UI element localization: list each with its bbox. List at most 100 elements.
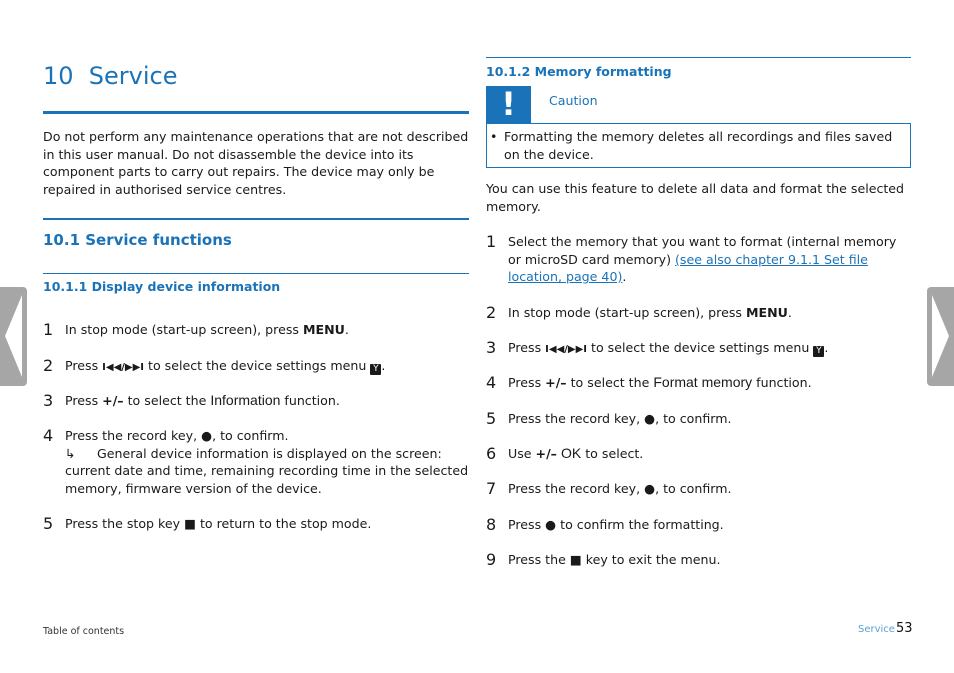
- step-number: 8: [486, 515, 497, 534]
- footer-section-name: Service: [858, 624, 895, 635]
- chapter-title: 10 Service: [43, 62, 178, 90]
- step-text: Use: [508, 446, 536, 461]
- settings-menu-icon: Y: [370, 364, 382, 375]
- step-text: In stop mode (start-up screen), press: [65, 322, 303, 337]
- step-text: Press: [508, 517, 546, 532]
- stop-key-icon: ■: [569, 552, 582, 567]
- previous-page-button[interactable]: [0, 287, 27, 386]
- step-number: 9: [486, 550, 497, 569]
- step-text-end: .: [344, 322, 349, 337]
- display-info-step-3: 3 Press +/– to select the Information fu…: [43, 392, 469, 410]
- caution-label: Caution: [549, 93, 598, 108]
- step-text: Press the stop key: [65, 516, 185, 531]
- step-text-mid: to select the device settings menu: [587, 340, 814, 355]
- next-page-button[interactable]: [927, 287, 954, 386]
- bullet-icon: •: [490, 129, 498, 144]
- skip-keys-icon: I◀◀/▶▶I: [545, 344, 588, 355]
- step-text-end: .: [622, 269, 627, 284]
- menu-key: MENU: [745, 305, 788, 320]
- step-number: 1: [43, 320, 54, 339]
- step-text: Press: [508, 375, 546, 390]
- step-text-end: , to confirm.: [655, 411, 732, 426]
- step-text-mid: to select the device settings menu: [144, 358, 371, 373]
- step-number: 3: [486, 338, 497, 357]
- memory-format-intro: You can use this feature to delete all d…: [486, 181, 905, 214]
- step-text-end: to select.: [581, 446, 644, 461]
- step-number: 7: [486, 479, 497, 498]
- memory-format-step-3: 3 Press I◀◀/▶▶I to select the device set…: [486, 339, 906, 359]
- step-number: 6: [486, 444, 497, 463]
- function-name: Information: [210, 392, 281, 408]
- memory-format-step-1: 1 Select the memory that you want to for…: [486, 233, 906, 286]
- caution-text: Formatting the memory deletes all record…: [504, 129, 893, 162]
- step-text-end: key to exit the menu.: [581, 552, 721, 567]
- memory-format-step-9: 9 Press the ■ key to exit the menu.: [486, 551, 906, 569]
- caution-icon: !: [486, 86, 531, 123]
- step-text: In stop mode (start-up screen), press: [508, 305, 746, 320]
- page-number: 53: [896, 621, 913, 636]
- chapter-divider: [43, 111, 469, 114]
- section-divider: [43, 218, 469, 220]
- step-text: Press: [508, 340, 546, 355]
- step-text: Press the record key,: [65, 428, 202, 443]
- step-text-end: .: [824, 340, 829, 355]
- function-name: Format memory: [653, 374, 753, 390]
- arrow-left-icon: [5, 295, 22, 377]
- subsection-divider: [43, 273, 469, 274]
- section-title: 10.1 Service functions: [43, 231, 232, 249]
- step-text: Press: [65, 358, 103, 373]
- step-text-mid: to select the: [123, 393, 211, 408]
- step-number: 2: [43, 356, 54, 375]
- step-number: 2: [486, 303, 497, 322]
- step-number: 4: [486, 373, 497, 392]
- record-key-icon: ●: [644, 481, 656, 496]
- plus-minus-key: +/–: [535, 446, 557, 461]
- table-of-contents-link[interactable]: Table of contents: [43, 626, 124, 637]
- step-text-end: , to confirm.: [655, 481, 732, 496]
- caution-item: • Formatting the memory deletes all reco…: [490, 128, 895, 163]
- step-result: General device information is displayed …: [65, 445, 469, 496]
- display-info-step-2: 2 Press I◀◀/▶▶I to select the device set…: [43, 357, 469, 377]
- step-text-end: .: [787, 305, 792, 320]
- settings-menu-icon: Y: [813, 346, 825, 357]
- memory-format-step-7: 7 Press the record key, ●, to confirm.: [486, 480, 906, 498]
- memory-format-step-5: 5 Press the record key, ●, to confirm.: [486, 410, 906, 428]
- memory-format-step-6: 6 Use +/– OK to select.: [486, 445, 906, 463]
- subsection-divider: [486, 57, 911, 58]
- step-text-end: , to confirm.: [212, 428, 289, 443]
- ok-option: OK: [561, 445, 582, 461]
- memory-format-step-4: 4 Press +/– to select the Format memory …: [486, 374, 906, 392]
- memory-format-step-8: 8 Press ● to confirm the formatting.: [486, 516, 906, 534]
- memory-format-step-2: 2 In stop mode (start-up screen), press …: [486, 304, 906, 322]
- step-text: Press the: [508, 552, 570, 567]
- display-info-step-1: 1 In stop mode (start-up screen), press …: [43, 321, 469, 339]
- step-number: 5: [43, 514, 54, 533]
- step-text-end: function.: [280, 393, 340, 408]
- step-text: Press: [65, 393, 103, 408]
- display-info-step-5: 5 Press the stop key ■ to return to the …: [43, 515, 469, 533]
- step-text-end: .: [381, 358, 386, 373]
- display-info-step-4: 4 Press the record key, ●, to confirm. ↳…: [43, 427, 469, 497]
- step-number: 4: [43, 426, 54, 445]
- step-number: 5: [486, 409, 497, 428]
- plus-minus-key: +/–: [102, 393, 124, 408]
- menu-key: MENU: [302, 322, 345, 337]
- result-arrow-icon: ↳: [65, 445, 76, 461]
- step-number: 3: [43, 391, 54, 410]
- arrow-right-icon: [932, 295, 949, 377]
- chapter-intro: Do not perform any maintenance operation…: [43, 129, 469, 197]
- subsection-title-memory-formatting: 10.1.2 Memory formatting: [486, 64, 672, 79]
- step-number: 1: [486, 232, 497, 251]
- step-text-end: function.: [752, 375, 812, 390]
- record-key-icon: ●: [644, 411, 656, 426]
- plus-minus-key: +/–: [545, 375, 567, 390]
- step-text: Press the record key,: [508, 411, 645, 426]
- step-text-mid: to select the: [566, 375, 654, 390]
- step-text-end: to return to the stop mode.: [195, 516, 372, 531]
- record-key-icon: ●: [201, 428, 213, 443]
- subsection-title-display-info: 10.1.1 Display device information: [43, 279, 281, 294]
- skip-keys-icon: I◀◀/▶▶I: [102, 362, 145, 373]
- record-key-icon: ●: [545, 517, 557, 532]
- stop-key-icon: ■: [184, 516, 196, 531]
- step-text: Press the record key,: [508, 481, 645, 496]
